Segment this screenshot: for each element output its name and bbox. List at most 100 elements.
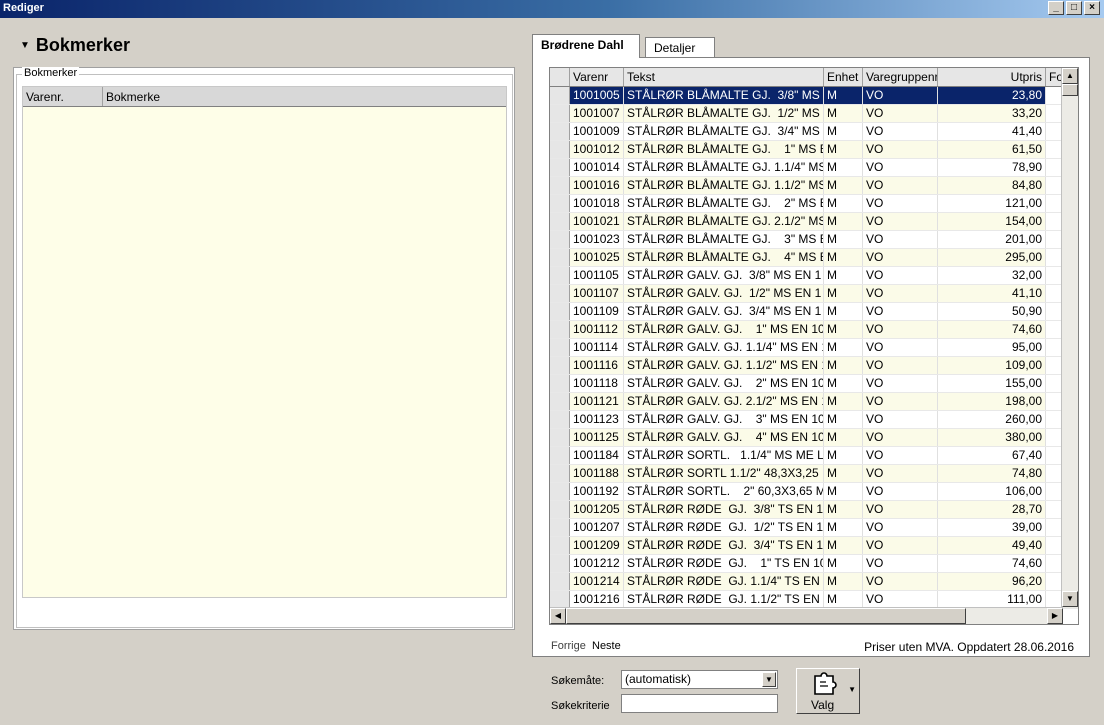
horizontal-scrollbar[interactable]: ◀ ▶	[550, 607, 1063, 624]
row-selector[interactable]	[550, 123, 570, 140]
minimize-button[interactable]: _	[1048, 1, 1064, 15]
scroll-up-icon[interactable]: ▲	[1062, 68, 1078, 84]
table-row[interactable]: 1001192 STÅLRØR SORTL. 2" 60,3X3,65 M M VO 1…	[550, 483, 1078, 501]
table-row[interactable]: 1001205 STÅLRØR RØDE GJ. 3/8" TS EN 1 M VO 2…	[550, 501, 1078, 519]
row-selector[interactable]	[550, 213, 570, 230]
row-selector[interactable]	[550, 591, 570, 608]
scroll-right-icon[interactable]: ▶	[1047, 608, 1063, 624]
tab-detaljer[interactable]: Detaljer	[645, 37, 715, 59]
table-row[interactable]: 1001023 STÅLRØR BLÅMALTE GJ. 3" MS E M VO 20…	[550, 231, 1078, 249]
row-selector[interactable]	[550, 501, 570, 518]
cell-utpris: 61,50	[938, 141, 1046, 158]
row-selector[interactable]	[550, 411, 570, 428]
row-selector[interactable]	[550, 537, 570, 554]
table-row[interactable]: 1001207 STÅLRØR RØDE GJ. 1/2" TS EN 1 M VO 3…	[550, 519, 1078, 537]
table-row[interactable]: 1001125 STÅLRØR GALV. GJ. 4" MS EN 10 M VO 3…	[550, 429, 1078, 447]
vertical-scrollbar[interactable]: ▲ ▼	[1061, 68, 1078, 608]
row-selector[interactable]	[550, 447, 570, 464]
next-link[interactable]: Neste	[592, 640, 621, 652]
table-row[interactable]: 1001214 STÅLRØR RØDE GJ. 1.1/4" TS EN 1MV…	[550, 573, 1078, 591]
table-row[interactable]: 1001116 STÅLRØR GALV. GJ. 1.1/2" MS EN 1M…	[550, 357, 1078, 375]
table-row[interactable]: 1001184 STÅLRØR SORTL. 1.1/4" MS ME L M VO 6…	[550, 447, 1078, 465]
row-selector[interactable]	[550, 231, 570, 248]
bookmarks-grid[interactable]: Varenr. Bokmerke	[22, 86, 507, 598]
cell-varegruppenr: VO	[863, 195, 938, 212]
table-row[interactable]: 1001025 STÅLRØR BLÅMALTE GJ. 4" MS E M VO 29…	[550, 249, 1078, 267]
dropdown-arrow-icon[interactable]: ▼	[848, 685, 856, 694]
row-selector[interactable]	[550, 87, 570, 104]
row-selector[interactable]	[550, 519, 570, 536]
row-selector[interactable]	[550, 357, 570, 374]
cell-utpris: 32,00	[938, 267, 1046, 284]
table-row[interactable]: 1001018 STÅLRØR BLÅMALTE GJ. 2" MS E M VO 12…	[550, 195, 1078, 213]
row-selector[interactable]	[550, 159, 570, 176]
cell-enhet: M	[824, 393, 863, 410]
table-row[interactable]: 1001118 STÅLRØR GALV. GJ. 2" MS EN 10 M VO 1…	[550, 375, 1078, 393]
row-selector[interactable]	[550, 267, 570, 284]
row-selector[interactable]	[550, 393, 570, 410]
row-selector[interactable]	[550, 465, 570, 482]
column-header-tekst[interactable]: Tekst	[624, 68, 824, 86]
puzzle-icon	[814, 672, 837, 695]
row-selector[interactable]	[550, 375, 570, 392]
row-selector[interactable]	[550, 339, 570, 356]
row-selector[interactable]	[550, 555, 570, 572]
column-header-varenr[interactable]: Varenr	[570, 68, 624, 86]
scroll-down-icon[interactable]: ▼	[1062, 591, 1078, 607]
table-row[interactable]: 1001114 STÅLRØR GALV. GJ. 1.1/4" MS EN 1M…	[550, 339, 1078, 357]
column-header-utpris[interactable]: Utpris	[938, 68, 1046, 86]
row-selector[interactable]	[550, 573, 570, 590]
row-selector[interactable]	[550, 303, 570, 320]
valg-button[interactable]: Valg ▼	[796, 668, 860, 714]
table-row[interactable]: 1001112 STÅLRØR GALV. GJ. 1" MS EN 10 M VO 7…	[550, 321, 1078, 339]
row-header-corner	[550, 68, 570, 86]
row-selector[interactable]	[550, 249, 570, 266]
table-row[interactable]: 1001209 STÅLRØR RØDE GJ. 3/4" TS EN 1 M VO 4…	[550, 537, 1078, 555]
table-row[interactable]: 1001009 STÅLRØR BLÅMALTE GJ. 3/4" MS M VO 41…	[550, 123, 1078, 141]
row-selector[interactable]	[550, 483, 570, 500]
row-selector[interactable]	[550, 429, 570, 446]
table-row[interactable]: 1001123 STÅLRØR GALV. GJ. 3" MS EN 10 M VO 2…	[550, 411, 1078, 429]
table-row[interactable]: 1001109 STÅLRØR GALV. GJ. 3/4" MS EN 1 M VO…	[550, 303, 1078, 321]
section-header[interactable]: ▼ Bokmerker	[20, 35, 130, 56]
column-header-varenr[interactable]: Varenr.	[23, 87, 103, 106]
row-selector[interactable]	[550, 177, 570, 194]
column-header-varegruppenr[interactable]: Varegruppenr	[863, 68, 938, 86]
row-selector[interactable]	[550, 141, 570, 158]
product-grid[interactable]: Varenr Tekst Enhet Varegruppenr Utpris F…	[549, 67, 1079, 625]
row-selector[interactable]	[550, 321, 570, 338]
table-row[interactable]: 1001012 STÅLRØR BLÅMALTE GJ. 1" MS E M VO 61…	[550, 141, 1078, 159]
column-header-fo[interactable]: Fo	[1046, 68, 1062, 86]
cell-tekst: STÅLRØR GALV. GJ. 3/8" MS EN 1	[624, 267, 824, 284]
vertical-scroll-thumb[interactable]	[1062, 84, 1078, 96]
table-row[interactable]: 1001107 STÅLRØR GALV. GJ. 1/2" MS EN 1 M VO…	[550, 285, 1078, 303]
row-selector[interactable]	[550, 195, 570, 212]
table-row[interactable]: 1001121 STÅLRØR GALV. GJ. 2.1/2" MS EN 1M…	[550, 393, 1078, 411]
close-button[interactable]: ×	[1084, 1, 1100, 15]
column-header-bokmerke[interactable]: Bokmerke	[103, 87, 506, 106]
table-row[interactable]: 1001188 STÅLRØR SORTL 1.1/2" 48,3X3,25 M VO…	[550, 465, 1078, 483]
cell-utpris: 74,60	[938, 321, 1046, 338]
table-row[interactable]: 1001016 STÅLRØR BLÅMALTE GJ. 1.1/2" MS M VO…	[550, 177, 1078, 195]
collapse-caret-icon[interactable]: ▼	[20, 40, 30, 51]
cell-varegruppenr: VO	[863, 123, 938, 140]
table-row[interactable]: 1001014 STÅLRØR BLÅMALTE GJ. 1.1/4" MS M VO…	[550, 159, 1078, 177]
previous-link[interactable]: Forrige	[551, 640, 586, 652]
table-row[interactable]: 1001212 STÅLRØR RØDE GJ. 1" TS EN 10 M VO 74…	[550, 555, 1078, 573]
tab-brodrene-dahl[interactable]: Brødrene Dahl	[532, 34, 640, 58]
chevron-down-icon[interactable]: ▼	[762, 672, 776, 687]
cell-tekst: STÅLRØR RØDE GJ. 3/4" TS EN 1	[624, 537, 824, 554]
cell-enhet: M	[824, 285, 863, 302]
table-row[interactable]: 1001021 STÅLRØR BLÅMALTE GJ. 2.1/2" MS M VO…	[550, 213, 1078, 231]
search-criteria-input[interactable]	[621, 694, 778, 713]
column-header-enhet[interactable]: Enhet	[824, 68, 863, 86]
table-row[interactable]: 1001005 STÅLRØR BLÅMALTE GJ. 3/8" MS M VO 23…	[550, 87, 1078, 105]
scroll-left-icon[interactable]: ◀	[550, 608, 566, 624]
row-selector[interactable]	[550, 105, 570, 122]
horizontal-scroll-thumb[interactable]	[566, 608, 966, 624]
table-row[interactable]: 1001105 STÅLRØR GALV. GJ. 3/8" MS EN 1 M VO…	[550, 267, 1078, 285]
table-row[interactable]: 1001007 STÅLRØR BLÅMALTE GJ. 1/2" MS M VO 33…	[550, 105, 1078, 123]
row-selector[interactable]	[550, 285, 570, 302]
maximize-button[interactable]: □	[1066, 1, 1082, 15]
search-mode-select[interactable]: (automatisk) ▼	[621, 670, 778, 689]
